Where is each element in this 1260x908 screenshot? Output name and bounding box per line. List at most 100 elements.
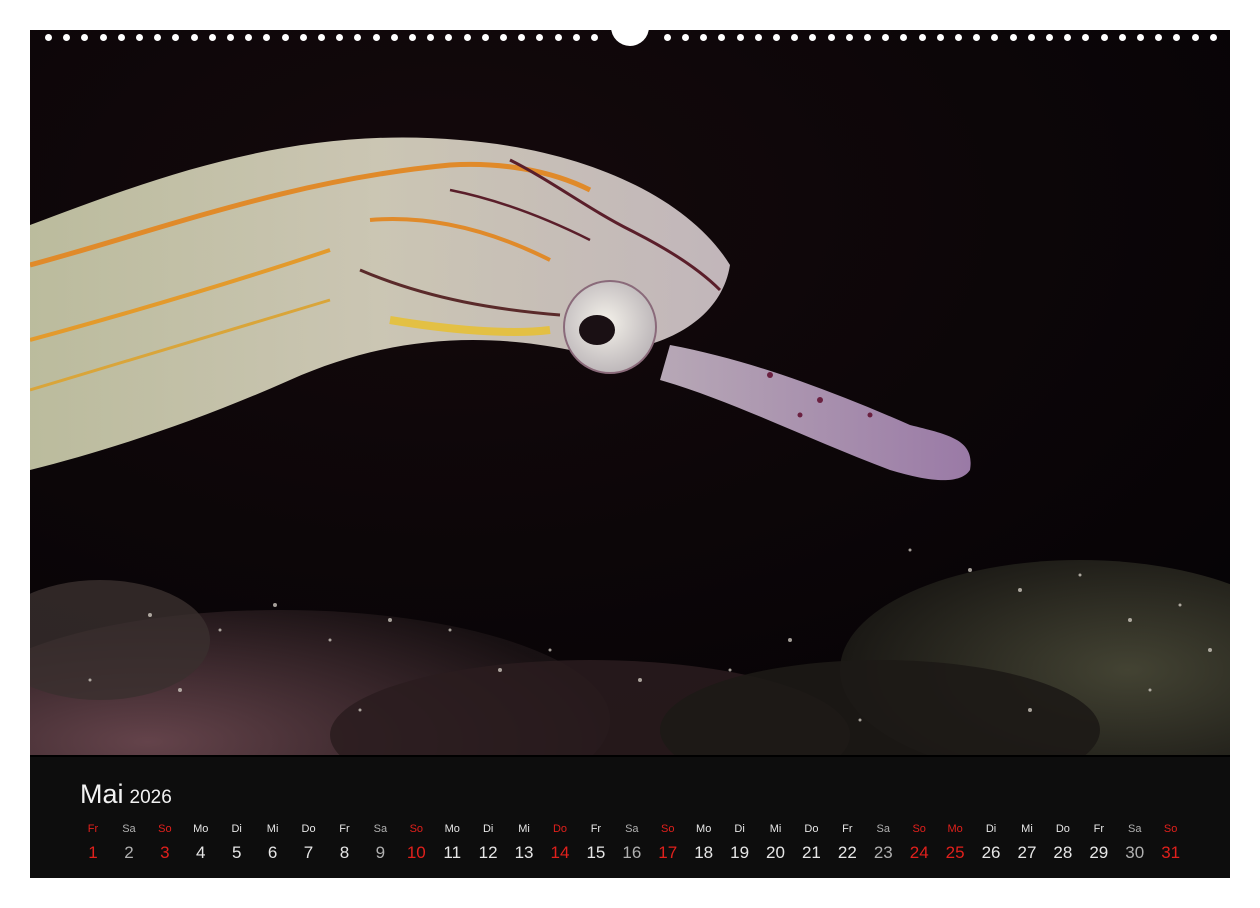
binding-hole [700,34,707,41]
binding-hole [464,34,471,41]
binding-hole [81,34,88,41]
day-cell: Fr 15 [581,821,611,865]
binding-hole [937,34,944,41]
binding-hole [263,34,270,41]
day-cell: Mo 25 [940,821,970,865]
binding-hole [573,34,580,41]
binding-hole [482,34,489,41]
binding-hole [118,34,125,41]
day-cell: Sa 23 [868,821,898,865]
binding-hole [518,34,525,41]
binding-hole [1173,34,1180,41]
binding-hole [445,34,452,41]
weekday-label: Fr [1093,823,1104,835]
binding-hole [591,34,598,41]
day-cell: Do 14 [545,821,575,865]
day-cell: So 24 [904,821,934,865]
month-year: 2026 [129,787,172,808]
day-cell: Mo 18 [689,821,719,865]
binding-hole [336,34,343,41]
day-number: 8 [339,843,350,862]
binding-hole [973,34,980,41]
binding-hole [245,34,252,41]
binding-hole [809,34,816,41]
day-number: 9 [375,843,386,862]
binding-hole [864,34,871,41]
weekday-label: Mi [518,823,530,835]
day-cell: Do 7 [294,821,324,865]
binding-hole [1137,34,1144,41]
day-number: 15 [586,843,606,862]
binding-hole [1101,34,1108,41]
weekday-label: Do [804,823,819,835]
weekday-label: So [409,823,424,835]
binding-hole [300,34,307,41]
day-number: 16 [622,843,642,862]
binding-hole [227,34,234,41]
binding-hole [136,34,143,41]
day-cell: So 3 [150,821,180,865]
day-cell: Do 21 [796,821,826,865]
weekday-label: Di [734,823,745,835]
binding-hole [172,34,179,41]
hanger-notch [611,18,649,46]
day-cell: Sa 16 [617,821,647,865]
binding-hole [373,34,380,41]
binding-hole [718,34,725,41]
weekday-label: Sa [625,823,639,835]
weekday-label: So [1163,823,1178,835]
day-row: Fr 1 Sa 2 So 3 Mo 4 Di 5 Mi 6 Do 7 Fr 8 Sa 9 So 10 Mo 11 Di 12 M… [78,821,1186,865]
day-number: 3 [160,843,170,862]
binding-hole [409,34,416,41]
day-number: 7 [303,843,314,862]
day-cell: So 31 [1156,821,1186,865]
binding-hole [991,34,998,41]
day-cell: Mi 6 [258,821,288,865]
binding-hole [882,34,889,41]
day-number: 28 [1053,843,1073,862]
binding-hole [755,34,762,41]
binding-hole [282,34,289,41]
day-number: 21 [801,843,821,862]
day-number: 13 [514,843,534,862]
weekday-label: Sa [373,823,388,835]
weekday-label: Fr [87,823,99,835]
binding-hole [318,34,325,41]
binding-hole [1210,34,1217,41]
day-number: 19 [730,843,750,862]
day-cell: Sa 30 [1120,821,1150,865]
weekday-label: Sa [1128,823,1142,835]
day-number: 22 [837,843,857,862]
weekday-label: Mo [947,823,963,835]
day-cell: Fr 8 [329,821,359,865]
day-cell: Mi 20 [761,821,791,865]
day-cell: So 10 [401,821,431,865]
day-number: 31 [1161,843,1181,862]
binding-hole [664,34,671,41]
day-number: 11 [443,843,462,862]
binding-hole [737,34,744,41]
day-cell: Fr 29 [1084,821,1114,865]
day-number: 29 [1089,843,1109,862]
day-number: 18 [694,843,714,862]
day-cell: Di 5 [222,821,252,865]
weekday-label: Di [231,823,242,835]
binding-hole [955,34,962,41]
day-cell: Sa 2 [114,821,144,865]
binding-hole [63,34,70,41]
weekday-label: Fr [842,823,853,835]
binding-hole [828,34,835,41]
binding-hole [1046,34,1053,41]
day-cell: Sa 9 [365,821,395,865]
day-number: 10 [406,843,426,862]
month-name: Mai [80,779,124,809]
weekday-label: Mi [266,823,279,835]
day-number: 24 [909,843,929,862]
weekday-label: Mo [193,823,209,835]
weekday-label: Di [985,823,997,835]
binding-hole [427,34,434,41]
binding-hole [154,34,161,41]
pipefish-photo [30,30,1230,755]
wire-binding [30,18,1230,46]
day-number: 4 [196,843,206,862]
